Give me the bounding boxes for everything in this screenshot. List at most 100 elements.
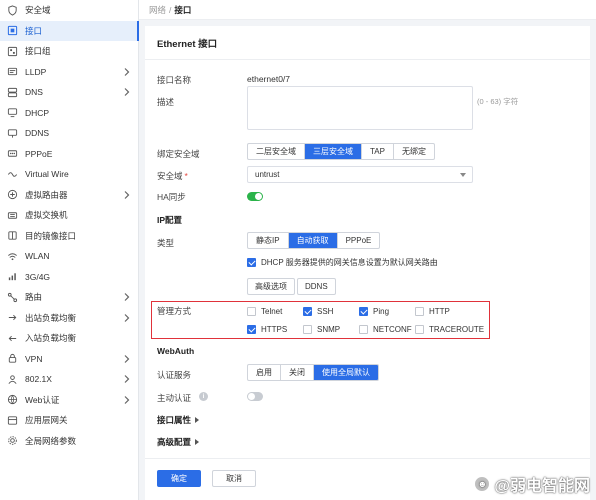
sidebar-item[interactable]: DDNS: [0, 123, 138, 144]
active-auth-label: 主动认证: [157, 393, 192, 403]
active-auth-toggle[interactable]: [247, 392, 263, 401]
management-checkbox[interactable]: SNMP: [303, 325, 340, 334]
info-icon[interactable]: i: [199, 392, 208, 401]
sidebar-item[interactable]: 接口: [0, 20, 139, 41]
inbound-lb-icon: [7, 333, 18, 344]
chevron-right-icon: [123, 292, 131, 302]
sidebar-item[interactable]: LLDP: [0, 62, 138, 83]
advanced-config-toggle[interactable]: 高级配置: [157, 436, 200, 448]
mirror-icon: [7, 230, 18, 241]
sidebar-item[interactable]: DNS: [0, 82, 138, 103]
dhcp-icon: [7, 107, 18, 118]
sidebar-item-label: 3G/4G: [25, 271, 51, 282]
bind-zone-segmented: 二层安全域 三层安全域 TAP 无绑定: [247, 143, 435, 160]
sidebar-item-label: LLDP: [25, 66, 47, 77]
dhcp-default-gateway-label: DHCP 服务器提供的网关信息设置为默认网关路由: [261, 258, 438, 267]
breadcrumb-parent[interactable]: 网络: [149, 4, 166, 16]
management-option-label: Telnet: [261, 307, 283, 316]
auth-service-option[interactable]: 关闭: [281, 365, 314, 380]
checkbox-box: [359, 307, 368, 316]
virtual-router-icon: [7, 189, 18, 200]
management-option-label: Ping: [373, 307, 390, 316]
sidebar-item[interactable]: 802.1X: [0, 369, 138, 390]
sidebar-item[interactable]: Virtual Wire: [0, 164, 138, 185]
interface-group-icon: [7, 46, 18, 57]
chevron-right-icon: [123, 395, 131, 405]
auth-service-segmented: 启用 关闭 使用全局默认: [247, 364, 379, 381]
virtual-wire-icon: [7, 169, 18, 180]
sidebar-item[interactable]: 出站负载均衡: [0, 308, 138, 329]
management-checkbox[interactable]: Telnet: [247, 307, 282, 316]
sidebar-item-label: Web认证: [25, 394, 60, 405]
sidebar-item[interactable]: 全局网络参数: [0, 431, 138, 452]
interface-properties-toggle[interactable]: 接口属性: [157, 414, 200, 426]
bind-zone-option[interactable]: 三层安全域: [305, 144, 362, 159]
checkbox-box: [415, 325, 424, 334]
web-auth-icon: [7, 394, 18, 405]
cancel-button[interactable]: 取消: [212, 470, 256, 487]
sidebar-item[interactable]: 路由: [0, 287, 138, 308]
checkbox-box: [359, 325, 368, 334]
bind-zone-option[interactable]: 二层安全域: [248, 144, 305, 159]
sidebar-item[interactable]: 虚拟路由器: [0, 185, 138, 206]
page-title: Ethernet 接口: [157, 39, 218, 50]
management-checkbox[interactable]: SSH: [303, 307, 333, 316]
ip-type-option[interactable]: PPPoE: [338, 233, 380, 248]
sidebar-item-label: DDNS: [25, 128, 50, 139]
sidebar-item[interactable]: 虚拟交换机: [0, 205, 138, 226]
gear-icon: [7, 435, 18, 446]
sidebar-item-label: VPN: [25, 353, 43, 364]
ha-sync-toggle[interactable]: [247, 192, 263, 201]
sidebar-item[interactable]: DHCP: [0, 103, 138, 124]
pppoe-icon: [7, 148, 18, 159]
ok-button[interactable]: 确定: [157, 470, 201, 487]
sidebar: 安全域接口接口组 LLDP DNS DHCP DDNS PPPoE Virtual Wire…: [0, 0, 139, 500]
bind-zone-option[interactable]: 无绑定: [394, 144, 434, 159]
zone-select[interactable]: untrust: [247, 166, 473, 183]
checkbox-box: [247, 258, 256, 267]
breadcrumb-separator: /: [169, 4, 172, 15]
management-checkbox[interactable]: HTTP: [415, 307, 450, 316]
breadcrumb: 网络 / 接口: [139, 0, 596, 20]
sidebar-item[interactable]: 接口组: [0, 41, 138, 62]
management-checkbox[interactable]: NETCONF: [359, 325, 412, 334]
dhcp-default-gateway-checkbox[interactable]: DHCP 服务器提供的网关信息设置为默认网关路由: [247, 257, 438, 268]
ip-type-option[interactable]: 静态IP: [248, 233, 289, 248]
sidebar-item[interactable]: Web认证: [0, 390, 138, 411]
sidebar-item-label: 虚拟交换机: [25, 210, 68, 221]
management-checkbox[interactable]: Ping: [359, 307, 389, 316]
description-hint: (0 - 63) 字符: [477, 97, 519, 106]
auth-service-option[interactable]: 启用: [248, 365, 281, 380]
sidebar-item-label: WLAN: [25, 251, 50, 262]
lldp-icon: [7, 66, 18, 77]
management-checkbox[interactable]: HTTPS: [247, 325, 287, 334]
watermark: ☻ @弱电智能网: [474, 472, 590, 496]
management-option-label: SSH: [317, 307, 334, 316]
sidebar-item[interactable]: VPN: [0, 349, 138, 370]
sidebar-item[interactable]: WLAN: [0, 246, 138, 267]
management-option-label: HTTP: [429, 307, 450, 316]
sidebar-item[interactable]: 应用层网关: [0, 410, 138, 431]
sidebar-item[interactable]: 入站负载均衡: [0, 328, 138, 349]
management-checkbox[interactable]: TRACEROUTE: [415, 325, 484, 334]
dns-icon: [7, 87, 18, 98]
sidebar-item-label: DHCP: [25, 107, 50, 118]
zone-label: 安全域 *: [157, 170, 188, 182]
description-textarea[interactable]: [247, 86, 473, 130]
sidebar-item-label: 接口: [25, 25, 43, 36]
sidebar-item-label: 入站负载均衡: [25, 333, 77, 344]
sidebar-item[interactable]: 3G/4G: [0, 267, 138, 288]
advanced-options-button[interactable]: 高级选项: [247, 278, 295, 295]
sidebar-item-label: DNS: [25, 87, 43, 98]
auth-service-option[interactable]: 使用全局默认: [314, 365, 378, 380]
sidebar-item[interactable]: 安全域: [0, 0, 138, 21]
ip-type-segmented: 静态IP 自动获取 PPPoE: [247, 232, 381, 249]
sidebar-item[interactable]: 目的镜像接口: [0, 226, 138, 247]
bind-zone-option[interactable]: TAP: [362, 144, 394, 159]
route-icon: [7, 292, 18, 303]
ddns-button[interactable]: DDNS: [297, 278, 336, 295]
ip-type-option[interactable]: 自动获取: [288, 233, 338, 248]
bind-zone-label: 绑定安全域: [157, 149, 200, 159]
auth-service-label: 认证服务: [157, 370, 192, 380]
sidebar-item[interactable]: PPPoE: [0, 144, 138, 165]
